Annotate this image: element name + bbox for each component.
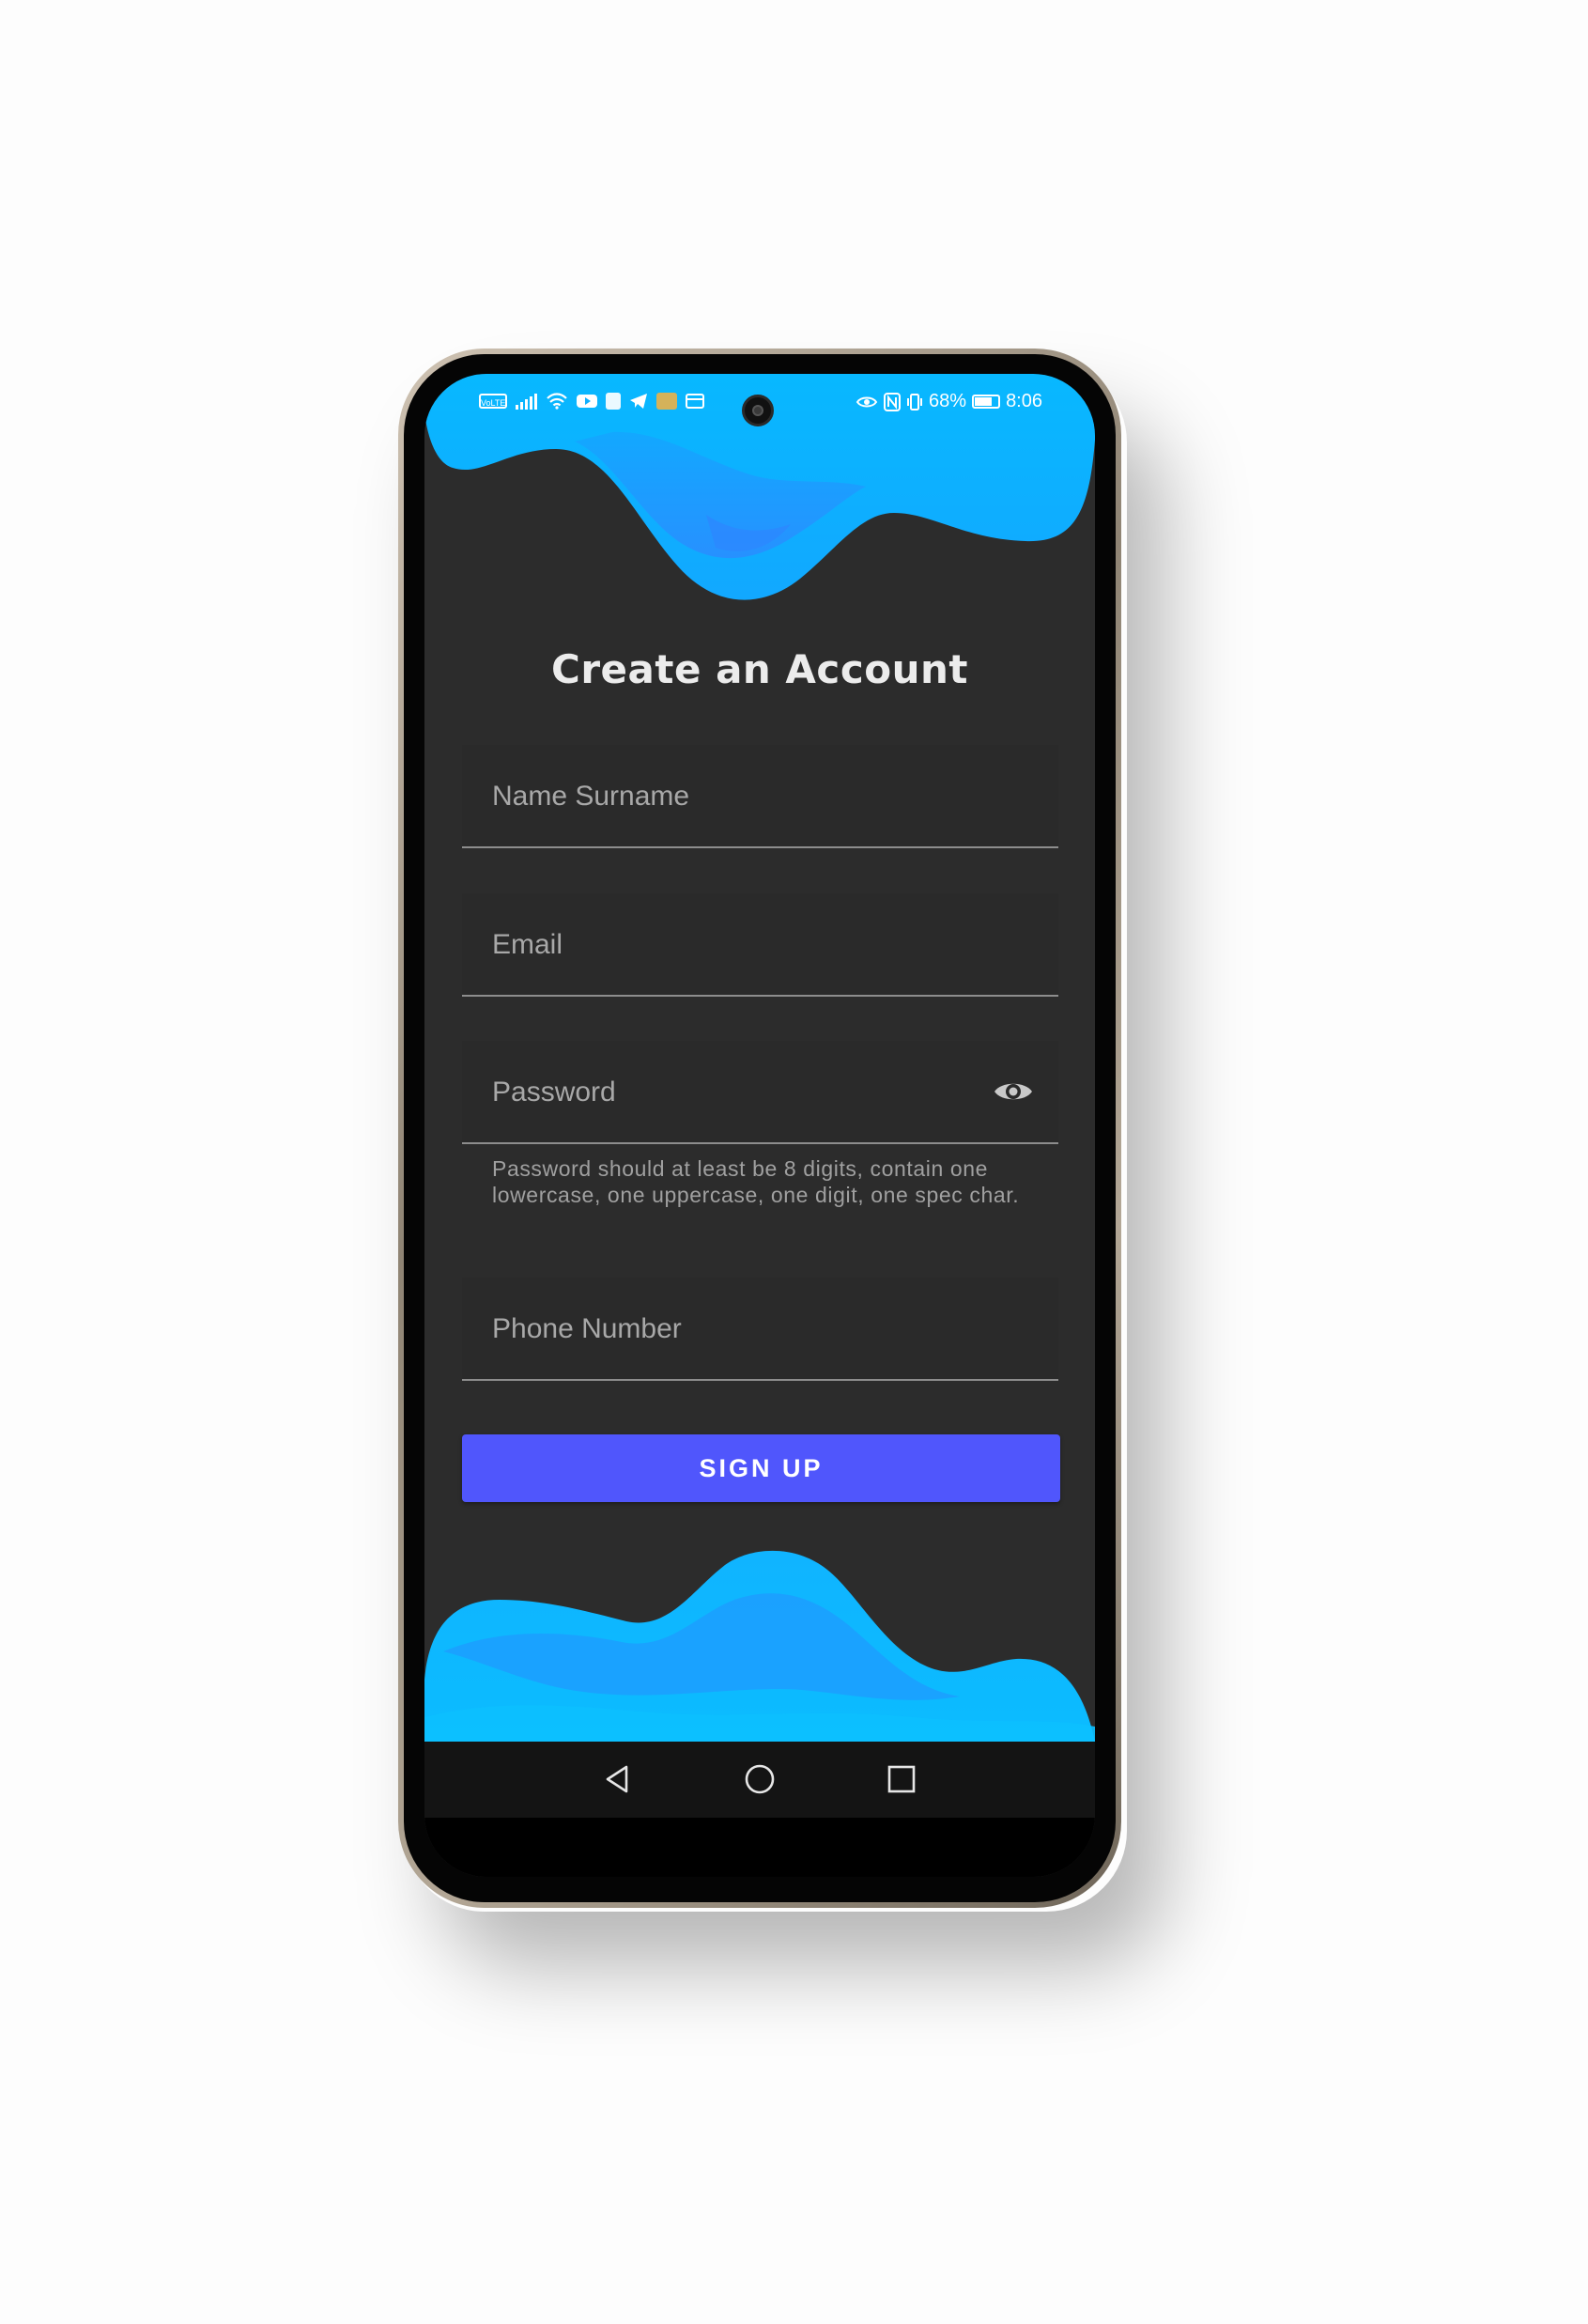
status-bar: VoLTE 68% 8:06 xyxy=(424,374,1095,428)
youtube-icon xyxy=(577,395,597,408)
status-icons-right: 68% 8:06 xyxy=(856,391,1042,412)
page-title: Create an Account xyxy=(551,646,968,692)
phone-bottom-bezel xyxy=(424,1818,1095,1877)
phone-number-placeholder: Phone Number xyxy=(492,1313,682,1344)
battery-percent: 68% xyxy=(929,391,967,411)
vibrate-icon xyxy=(907,393,923,411)
signal-icon xyxy=(516,393,537,410)
password-field[interactable]: Password xyxy=(462,1041,1058,1144)
eye-icon[interactable] xyxy=(993,1077,1034,1107)
recents-square-icon[interactable] xyxy=(885,1762,918,1796)
email-field[interactable]: Email xyxy=(462,893,1058,997)
phone-number-field[interactable]: Phone Number xyxy=(462,1278,1058,1381)
telegram-icon xyxy=(630,394,647,409)
email-placeholder: Email xyxy=(492,929,563,960)
front-camera xyxy=(742,395,774,426)
back-triangle-icon[interactable] xyxy=(601,1762,635,1796)
game-icon xyxy=(656,393,677,410)
battery-icon xyxy=(972,395,1001,409)
page: VoLTE 68% 8:06 Create an Account Name Su… xyxy=(0,0,1588,2324)
wifi-icon xyxy=(547,393,567,410)
app-icon xyxy=(606,393,621,410)
volte-icon: VoLTE xyxy=(479,394,507,409)
eye-comfort-icon xyxy=(856,396,878,407)
card-icon xyxy=(686,394,704,409)
name-surname-placeholder: Name Surname xyxy=(492,781,690,812)
phone-screen: VoLTE 68% 8:06 Create an Account Name Su… xyxy=(424,374,1095,1877)
clock: 8:06 xyxy=(1006,391,1042,411)
password-placeholder: Password xyxy=(492,1077,616,1108)
bottom-wave-decoration xyxy=(424,1550,1095,1742)
password-helper-text: Password should at least be 8 digits, co… xyxy=(492,1156,1020,1207)
home-circle-icon[interactable] xyxy=(743,1762,777,1796)
name-surname-field[interactable]: Name Surname xyxy=(462,745,1058,848)
nfc-icon xyxy=(884,392,902,411)
sign-up-button[interactable]: SIGN UP xyxy=(462,1434,1060,1502)
system-navigation-bar xyxy=(424,1742,1095,1818)
status-icons-left: VoLTE xyxy=(479,393,704,410)
